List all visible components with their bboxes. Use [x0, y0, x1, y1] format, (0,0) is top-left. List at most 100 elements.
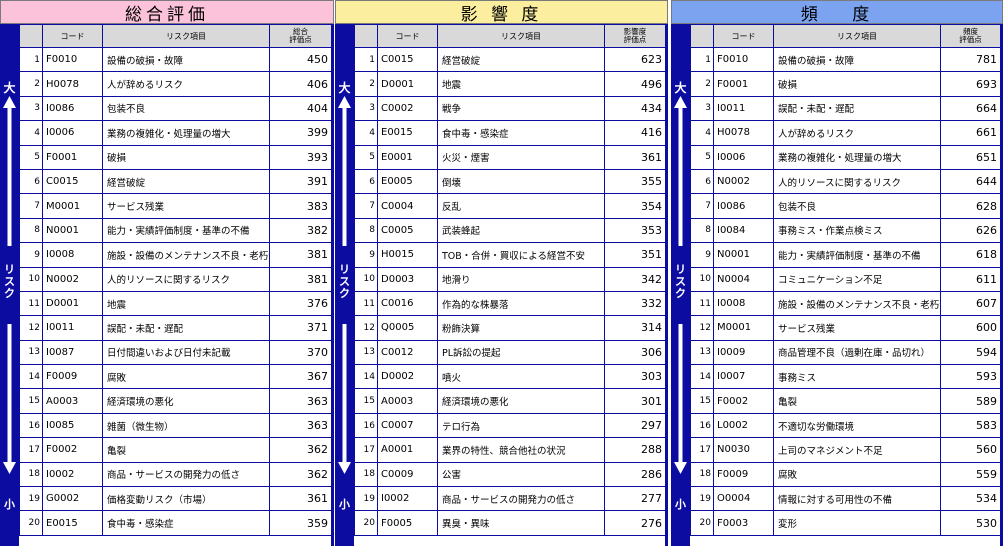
table-row: 7 I0086 包装不良 628 — [690, 193, 1001, 219]
risk-item-cell: テロ行為 — [437, 412, 605, 439]
risk-item-cell: 商品・サービスの開発力の低さ — [437, 486, 605, 512]
rank-cell: 9 — [19, 242, 43, 268]
score-cell: 306 — [604, 339, 666, 366]
score-cell: 618 — [940, 242, 1001, 268]
table-row: 14 D0002 噴火 303 — [354, 364, 666, 390]
risk-item-cell: 人的リソースに関するリスク — [102, 266, 270, 292]
score-cell: 381 — [269, 266, 332, 292]
code-cell: G0002 — [42, 486, 103, 512]
score-cell: 286 — [604, 461, 666, 488]
scale-high-label: 大 — [338, 81, 351, 95]
risk-item-cell: 戦争 — [437, 95, 605, 122]
table-row: 6 N0002 人的リソースに関するリスク 644 — [690, 168, 1001, 195]
risk-item-cell: 腐敗 — [102, 364, 270, 390]
risk-item-cell: 噴火 — [437, 364, 605, 390]
risk-item-cell: 能力・実績評価制度・基準の不備 — [773, 242, 941, 268]
risk-item-cell: 腐敗 — [773, 461, 941, 488]
score-cell: 288 — [604, 437, 666, 463]
table-row: 8 C0005 武装蜂起 353 — [354, 217, 666, 244]
code-cell: E0001 — [377, 144, 438, 170]
risk-item-cell: 包装不良 — [102, 95, 270, 122]
score-cell: 301 — [604, 388, 666, 414]
risk-item-cell: 施設・設備のメンテナンス不良・老朽化 — [102, 242, 270, 268]
code-cell: C0015 — [42, 168, 103, 195]
table-row: 9 N0001 能力・実績評価制度・基準の不備 618 — [690, 242, 1001, 268]
scale-risk-label: リ ス ク — [675, 263, 686, 300]
score-cell: 363 — [269, 412, 332, 439]
ranking-table: コード リスク項目 影響度 評価点 1 C0015 経営破綻 623 2 D0001 地震 496 3… — [354, 24, 666, 536]
score-cell: 626 — [940, 217, 1001, 244]
risk-item-cell: 上司のマネジメント不足 — [773, 437, 941, 463]
scale-risk-label: リ ス ク — [4, 263, 15, 300]
score-cell: 370 — [269, 339, 332, 366]
code-cell: M0001 — [42, 193, 103, 219]
rank-cell: 16 — [354, 412, 378, 439]
rank-cell: 4 — [690, 120, 714, 146]
score-cell: 303 — [604, 364, 666, 390]
table-row: 16 I0085 雑菌（微生物） 363 — [19, 412, 332, 439]
score-cell: 450 — [269, 46, 332, 73]
score-cell: 534 — [940, 486, 1001, 512]
score-cell: 644 — [940, 168, 1001, 195]
rank-cell: 9 — [354, 242, 378, 268]
arrow-down-icon — [338, 324, 351, 474]
risk-item-cell: 反乱 — [437, 193, 605, 219]
rank-cell: 1 — [19, 46, 43, 73]
header-score: 頻度 評価点 — [940, 24, 1001, 48]
table-row: 2 D0001 地震 496 — [354, 71, 666, 97]
code-cell: H0078 — [713, 120, 774, 146]
code-cell: I0011 — [42, 315, 103, 341]
risk-item-cell: 誤配・未配・遅配 — [102, 315, 270, 341]
rank-cell: 6 — [19, 168, 43, 195]
code-cell: C0009 — [377, 461, 438, 488]
risk-item-cell: 武装蜂起 — [437, 217, 605, 244]
code-cell: E0015 — [377, 120, 438, 146]
risk-item-cell: 粉飾決算 — [437, 315, 605, 341]
scale-high-label: 大 — [674, 81, 687, 95]
risk-item-cell: 人が辞めるリスク — [773, 120, 941, 146]
rank-cell: 11 — [690, 290, 714, 317]
code-cell: F0001 — [42, 144, 103, 170]
risk-item-cell: PL訴訟の提起 — [437, 339, 605, 366]
risk-item-cell: サービス残業 — [102, 193, 270, 219]
code-cell: F0005 — [377, 510, 438, 536]
code-cell: A0003 — [377, 388, 438, 414]
header-score: 影響度 評価点 — [604, 24, 666, 48]
risk-item-cell: 施設・設備のメンテナンス不良・老朽化 — [773, 290, 941, 317]
score-cell: 530 — [940, 510, 1001, 536]
rank-cell: 6 — [690, 168, 714, 195]
rank-cell: 19 — [19, 486, 43, 512]
score-cell: 781 — [940, 46, 1001, 73]
table-row: 9 I0008 施設・設備のメンテナンス不良・老朽化 381 — [19, 242, 332, 268]
score-cell: 276 — [604, 510, 666, 536]
rank-cell: 8 — [690, 217, 714, 244]
score-cell: 560 — [940, 437, 1001, 463]
code-cell: F0009 — [713, 461, 774, 488]
code-cell: A0001 — [377, 437, 438, 463]
risk-item-cell: 業務の複雑化・処理量の増大 — [102, 120, 270, 146]
risk-item-cell: 変形 — [773, 510, 941, 536]
rank-cell: 17 — [690, 437, 714, 463]
rank-cell: 14 — [354, 364, 378, 390]
score-cell: 376 — [269, 290, 332, 317]
rank-cell: 1 — [690, 46, 714, 73]
risk-item-cell: コミュニケーション不足 — [773, 266, 941, 292]
rank-cell: 13 — [354, 339, 378, 366]
rank-cell: 4 — [19, 120, 43, 146]
table-row: 5 I0006 業務の複雑化・処理量の増大 651 — [690, 144, 1001, 170]
table-row: 10 N0002 人的リソースに関するリスク 381 — [19, 266, 332, 292]
table-row: 18 C0009 公害 286 — [354, 461, 666, 488]
rank-cell: 8 — [19, 217, 43, 244]
panel-overall: 総合評価 大 リ ス ク 小 コード リスク項目 総合 評価点 1 F0010 設備の破損… — [0, 0, 334, 546]
risk-item-cell: 作為的な株暴落 — [437, 290, 605, 317]
ranking-table: コード リスク項目 頻度 評価点 1 F0010 設備の破損・故障 781 2 F0001 破損 6… — [690, 24, 1001, 536]
code-cell: L0002 — [713, 412, 774, 439]
score-cell: 406 — [269, 71, 332, 97]
rank-cell: 12 — [354, 315, 378, 341]
score-cell: 332 — [604, 290, 666, 317]
risk-item-cell: 設備の破損・故障 — [102, 46, 270, 73]
code-cell: E0015 — [42, 510, 103, 536]
risk-item-cell: 商品・サービスの開発力の低さ — [102, 461, 270, 488]
score-cell: 353 — [604, 217, 666, 244]
table-row: 2 H0078 人が辞めるリスク 406 — [19, 71, 332, 97]
